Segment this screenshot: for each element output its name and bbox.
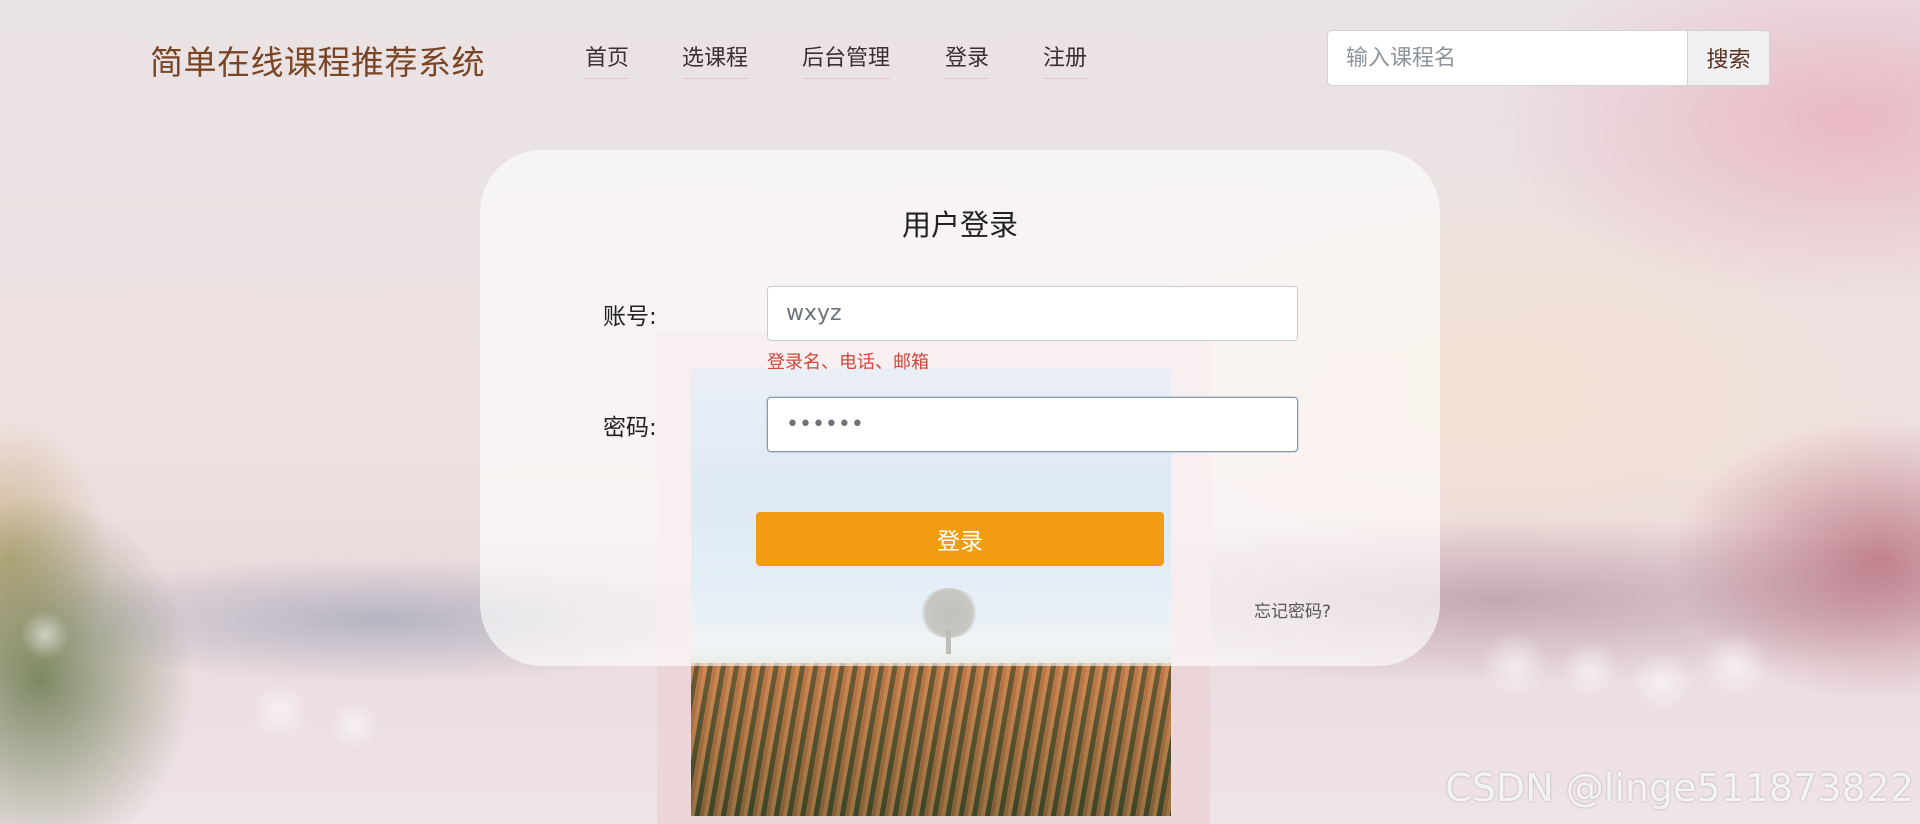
nav-register[interactable]: 注册: [1043, 40, 1088, 79]
nav-login[interactable]: 登录: [945, 40, 990, 79]
bokeh-light: [1480, 630, 1550, 700]
account-hint: 登录名、电话、邮箱: [767, 352, 929, 373]
bokeh-light: [1630, 650, 1694, 714]
site-brand[interactable]: 简单在线课程推荐系统: [150, 36, 485, 84]
bokeh-light: [250, 680, 310, 740]
login-card: 用户登录 账号: 登录名、电话、邮箱 密码: 登录 忘记密码?: [480, 150, 1440, 666]
account-input[interactable]: [767, 286, 1298, 341]
watermark: CSDN @linge511873822: [1445, 766, 1914, 810]
bokeh-light: [1700, 630, 1770, 700]
bokeh-light: [1560, 640, 1620, 700]
search-input[interactable]: [1328, 31, 1687, 85]
bokeh-light: [20, 610, 70, 660]
login-title: 用户登录: [901, 208, 1018, 242]
password-label: 密码:: [603, 415, 657, 441]
forgot-password-link[interactable]: 忘记密码?: [1254, 597, 1331, 622]
nav-home[interactable]: 首页: [585, 40, 630, 79]
search-button[interactable]: 搜索: [1687, 31, 1769, 85]
login-button[interactable]: 登录: [756, 512, 1164, 566]
password-input[interactable]: [767, 397, 1298, 452]
photo-field: [691, 663, 1171, 816]
account-label: 账号:: [603, 304, 657, 330]
nav-admin[interactable]: 后台管理: [802, 40, 891, 79]
nav-select-course[interactable]: 选课程: [682, 40, 749, 79]
search-bar: 搜索: [1327, 30, 1770, 86]
bokeh-light: [330, 700, 380, 750]
